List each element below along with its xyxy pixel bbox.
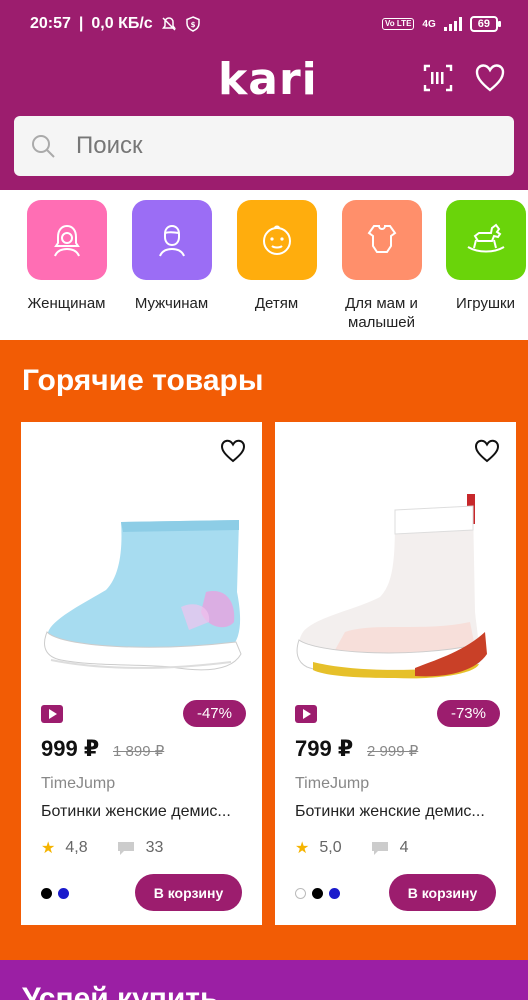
man-icon bbox=[158, 224, 185, 257]
status-speed: 0,0 КБ/с bbox=[91, 15, 153, 32]
category-toys[interactable]: Игрушки bbox=[433, 200, 528, 313]
search-placeholder: Поиск bbox=[76, 132, 143, 159]
app-header: kari Поиск bbox=[0, 48, 528, 190]
category-strip: Женщинам Мужчинам Детям Для мам и малыше… bbox=[0, 190, 528, 340]
video-badge-icon[interactable] bbox=[41, 705, 63, 723]
category-label: Детям bbox=[254, 295, 299, 312]
status-bar: 20:57 | 0,0 КБ/с $ Vo LTE 4G 69 bbox=[0, 0, 528, 48]
shield-icon: $ bbox=[185, 16, 200, 32]
video-badge-icon[interactable] bbox=[295, 705, 317, 723]
category-moms-babies[interactable]: Для мам и малышей bbox=[329, 200, 434, 332]
rating-value: 5,0 bbox=[319, 839, 342, 856]
lte-indicator: Vo LTE bbox=[382, 18, 415, 30]
category-tile[interactable] bbox=[236, 200, 317, 280]
comment-icon bbox=[371, 842, 388, 855]
heart-icon[interactable] bbox=[474, 62, 506, 94]
comment-icon bbox=[117, 842, 134, 855]
color-swatch-black[interactable] bbox=[312, 888, 323, 899]
product-card[interactable]: -73% 799 ₽ 2 999 ₽ TimeJump Ботинки женс… bbox=[275, 422, 516, 925]
color-swatch-white[interactable] bbox=[295, 888, 306, 899]
bodysuit-icon bbox=[367, 225, 396, 253]
search-icon bbox=[32, 135, 55, 158]
color-swatches bbox=[41, 888, 69, 899]
product-name[interactable]: Ботинки женские демис... bbox=[41, 803, 251, 821]
category-tile[interactable] bbox=[445, 200, 526, 280]
category-kids[interactable]: Детям bbox=[224, 200, 329, 313]
svg-text:$: $ bbox=[190, 21, 195, 29]
signal-icon bbox=[443, 17, 462, 31]
color-swatch-black[interactable] bbox=[41, 888, 52, 899]
favorite-heart-icon[interactable] bbox=[474, 438, 500, 464]
color-swatches bbox=[295, 888, 340, 899]
reviews-count: 4 bbox=[399, 839, 409, 856]
barcode-scan-icon[interactable] bbox=[422, 62, 454, 94]
network-type: 4G bbox=[422, 18, 436, 30]
battery-indicator: 69 bbox=[469, 16, 502, 32]
favorite-heart-icon[interactable] bbox=[220, 438, 246, 464]
logo[interactable]: kari bbox=[218, 54, 318, 105]
section-title: Успей купить bbox=[22, 982, 219, 1000]
status-time: 20:57 bbox=[30, 15, 71, 32]
discount-badge: -47% bbox=[182, 700, 246, 727]
category-label: Игрушки bbox=[456, 295, 515, 312]
category-label: Мужчинам bbox=[134, 295, 209, 312]
category-label: Для мам и малышей bbox=[345, 295, 418, 331]
product-brand: TimeJump bbox=[295, 775, 370, 792]
color-swatch-blue[interactable] bbox=[329, 888, 340, 899]
baby-face-icon bbox=[262, 225, 291, 255]
section-title: Горячие товары bbox=[22, 364, 264, 397]
color-swatch-blue[interactable] bbox=[58, 888, 69, 899]
search-input[interactable]: Поиск bbox=[14, 116, 514, 176]
star-icon: ★ bbox=[295, 840, 310, 857]
category-women[interactable]: Женщинам bbox=[14, 200, 119, 313]
category-tile[interactable] bbox=[341, 200, 422, 280]
product-image[interactable] bbox=[31, 482, 251, 712]
rating-value: 4,8 bbox=[65, 839, 88, 856]
product-brand: TimeJump bbox=[41, 775, 116, 792]
product-image[interactable] bbox=[285, 482, 505, 712]
discount-badge: -73% bbox=[436, 700, 500, 727]
category-tile[interactable] bbox=[26, 200, 107, 280]
rocking-horse-icon bbox=[466, 223, 505, 253]
product-rating: ★ 4,8 33 bbox=[41, 838, 163, 858]
add-to-cart-button[interactable]: В корзину bbox=[389, 874, 496, 911]
category-tile[interactable] bbox=[131, 200, 212, 280]
add-to-cart-button[interactable]: В корзину bbox=[135, 874, 242, 911]
hot-products-section: Горячие товары -47% 999 ₽ 1 899 ₽ TimeJu… bbox=[0, 340, 528, 960]
bell-off-icon bbox=[161, 17, 176, 31]
product-old-price: 1 899 ₽ bbox=[113, 743, 165, 760]
category-label: Женщинам bbox=[27, 295, 106, 312]
reviews-count: 33 bbox=[145, 839, 164, 856]
product-card[interactable]: -47% 999 ₽ 1 899 ₽ TimeJump Ботинки женс… bbox=[21, 422, 262, 925]
category-men[interactable]: Мужчинам bbox=[119, 200, 224, 313]
star-icon: ★ bbox=[41, 840, 56, 857]
product-price: 999 ₽ bbox=[41, 736, 100, 761]
product-price: 799 ₽ bbox=[295, 736, 354, 761]
product-name[interactable]: Ботинки женские демис... bbox=[295, 803, 505, 821]
product-rating: ★ 5,0 4 bbox=[295, 838, 409, 858]
product-old-price: 2 999 ₽ bbox=[367, 743, 419, 760]
woman-icon bbox=[53, 224, 80, 257]
hurry-section: Успей купить bbox=[0, 960, 528, 1000]
